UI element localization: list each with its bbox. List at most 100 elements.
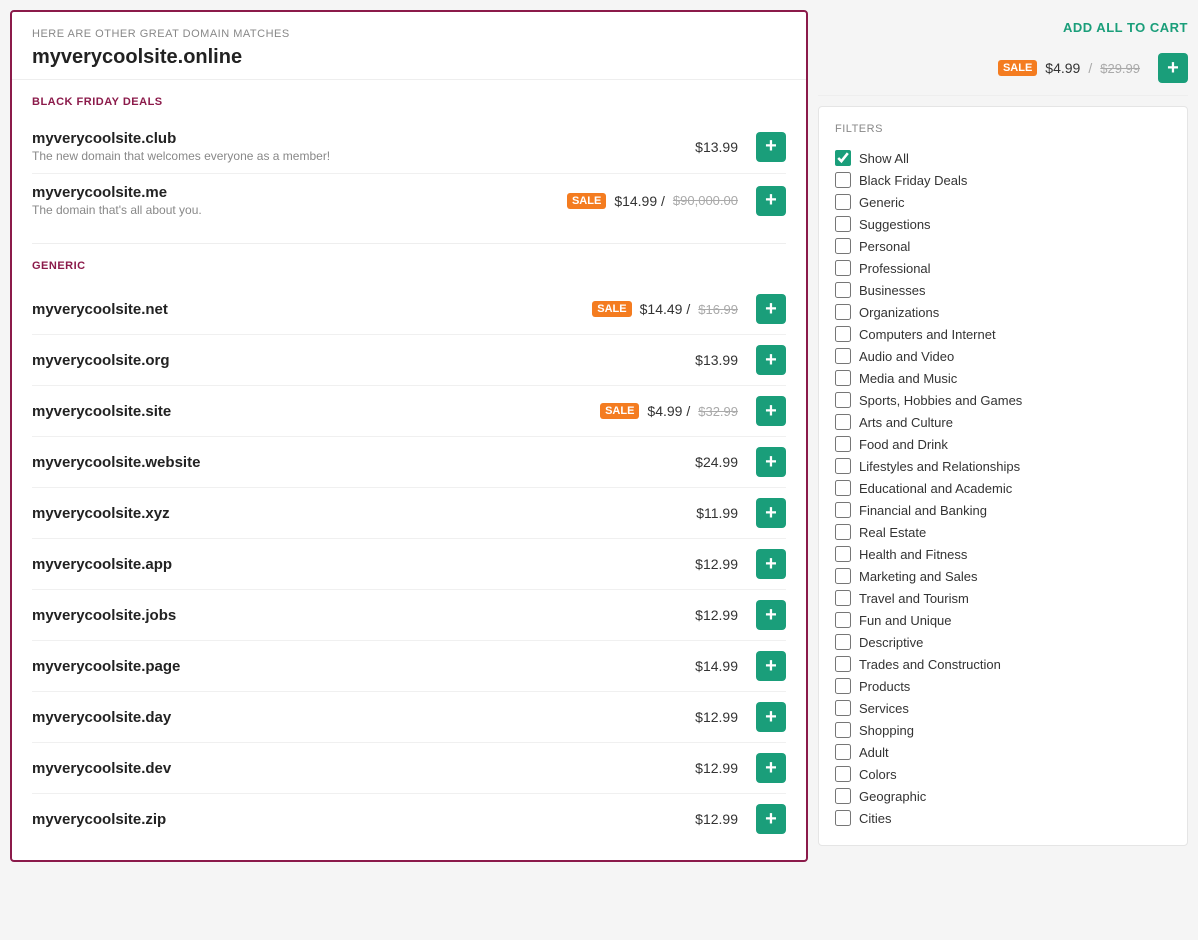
domain-desc: The new domain that welcomes everyone as… [32, 149, 695, 163]
add-to-cart-button[interactable]: + [756, 186, 786, 216]
add-to-cart-button[interactable]: + [756, 294, 786, 324]
filter-checkbox[interactable] [835, 194, 851, 210]
domain-price: $13.99 [695, 139, 738, 155]
featured-add-button[interactable]: + [1158, 53, 1188, 83]
domain-row: myverycoolsite.siteSALE$4.99 /$32.99+ [32, 386, 786, 437]
add-to-cart-button[interactable]: + [756, 498, 786, 528]
filter-label[interactable]: Generic [859, 195, 905, 210]
filter-label[interactable]: Organizations [859, 305, 939, 320]
add-all-button[interactable]: ADD ALL TO CART [1063, 20, 1188, 35]
filter-label[interactable]: Trades and Construction [859, 657, 1001, 672]
filter-label[interactable]: Services [859, 701, 909, 716]
filter-checkbox[interactable] [835, 392, 851, 408]
main-domain: myverycoolsite.online [32, 46, 786, 69]
domain-row: myverycoolsite.xyz$11.99+ [32, 488, 786, 539]
domain-row: myverycoolsite.meThe domain that's all a… [32, 174, 786, 227]
filter-checkbox[interactable] [835, 458, 851, 474]
add-to-cart-button[interactable]: + [756, 804, 786, 834]
add-to-cart-button[interactable]: + [756, 702, 786, 732]
filter-label[interactable]: Black Friday Deals [859, 173, 967, 188]
domain-info: myverycoolsite.xyz [32, 505, 696, 522]
filter-label[interactable]: Colors [859, 767, 897, 782]
domain-label: myverycoolsite.zip [32, 811, 695, 828]
filter-checkbox[interactable] [835, 282, 851, 298]
filter-checkbox[interactable] [835, 172, 851, 188]
filter-label[interactable]: Real Estate [859, 525, 926, 540]
filter-label[interactable]: Show All [859, 151, 909, 166]
filter-checkbox[interactable] [835, 150, 851, 166]
add-to-cart-button[interactable]: + [756, 549, 786, 579]
filter-label[interactable]: Audio and Video [859, 349, 954, 364]
filter-checkbox[interactable] [835, 524, 851, 540]
filter-label[interactable]: Computers and Internet [859, 327, 996, 342]
add-to-cart-button[interactable]: + [756, 396, 786, 426]
filter-label[interactable]: Health and Fitness [859, 547, 967, 562]
filter-checkbox[interactable] [835, 238, 851, 254]
filter-checkbox[interactable] [835, 788, 851, 804]
filter-label[interactable]: Media and Music [859, 371, 957, 386]
add-to-cart-button[interactable]: + [756, 345, 786, 375]
filter-label[interactable]: Suggestions [859, 217, 931, 232]
filter-checkbox[interactable] [835, 502, 851, 518]
filter-label[interactable]: Arts and Culture [859, 415, 953, 430]
filter-checkbox[interactable] [835, 678, 851, 694]
domain-label: myverycoolsite.page [32, 658, 695, 675]
filter-checkbox[interactable] [835, 326, 851, 342]
filter-label[interactable]: Products [859, 679, 910, 694]
filter-checkbox[interactable] [835, 568, 851, 584]
filter-label[interactable]: Descriptive [859, 635, 923, 650]
sale-price: $14.99 / [614, 193, 665, 209]
filter-item: Adult [835, 741, 1171, 763]
filter-checkbox[interactable] [835, 634, 851, 650]
filter-label[interactable]: Sports, Hobbies and Games [859, 393, 1022, 408]
filter-label[interactable]: Marketing and Sales [859, 569, 978, 584]
filter-label[interactable]: Fun and Unique [859, 613, 952, 628]
filter-label[interactable]: Cities [859, 811, 892, 826]
filter-checkbox[interactable] [835, 744, 851, 760]
filter-checkbox[interactable] [835, 810, 851, 826]
filter-checkbox[interactable] [835, 260, 851, 276]
filter-label[interactable]: Lifestyles and Relationships [859, 459, 1020, 474]
filter-checkbox[interactable] [835, 590, 851, 606]
filter-item: Businesses [835, 279, 1171, 301]
filter-label[interactable]: Shopping [859, 723, 914, 738]
filter-label[interactable]: Food and Drink [859, 437, 948, 452]
filter-checkbox[interactable] [835, 216, 851, 232]
filter-checkbox[interactable] [835, 656, 851, 672]
filter-checkbox[interactable] [835, 304, 851, 320]
filter-label[interactable]: Adult [859, 745, 889, 760]
filter-checkbox[interactable] [835, 348, 851, 364]
filter-checkbox[interactable] [835, 436, 851, 452]
filter-label[interactable]: Professional [859, 261, 931, 276]
filter-item: Geographic [835, 785, 1171, 807]
domain-info: myverycoolsite.page [32, 658, 695, 675]
filter-checkbox[interactable] [835, 766, 851, 782]
add-to-cart-button[interactable]: + [756, 753, 786, 783]
filter-label[interactable]: Travel and Tourism [859, 591, 969, 606]
filter-label[interactable]: Businesses [859, 283, 925, 298]
add-to-cart-button[interactable]: + [756, 447, 786, 477]
domain-price: $14.99 [695, 658, 738, 674]
domain-row: myverycoolsite.app$12.99+ [32, 539, 786, 590]
filter-checkbox[interactable] [835, 414, 851, 430]
filter-checkbox[interactable] [835, 722, 851, 738]
filter-checkbox[interactable] [835, 612, 851, 628]
filter-checkbox[interactable] [835, 370, 851, 386]
filter-checkbox[interactable] [835, 480, 851, 496]
featured-orig-price: $29.99 [1100, 61, 1140, 76]
filter-item: Organizations [835, 301, 1171, 323]
filter-checkbox[interactable] [835, 700, 851, 716]
filter-item: Trades and Construction [835, 653, 1171, 675]
domain-price-area: $11.99+ [696, 498, 786, 528]
domain-price: $24.99 [695, 454, 738, 470]
filter-checkbox[interactable] [835, 546, 851, 562]
filter-label[interactable]: Geographic [859, 789, 926, 804]
add-to-cart-button[interactable]: + [756, 132, 786, 162]
add-to-cart-button[interactable]: + [756, 651, 786, 681]
filter-label[interactable]: Financial and Banking [859, 503, 987, 518]
domain-info: myverycoolsite.app [32, 556, 695, 573]
add-to-cart-button[interactable]: + [756, 600, 786, 630]
filter-label[interactable]: Personal [859, 239, 910, 254]
filter-label[interactable]: Educational and Academic [859, 481, 1012, 496]
orig-price: $90,000.00 [673, 193, 738, 208]
